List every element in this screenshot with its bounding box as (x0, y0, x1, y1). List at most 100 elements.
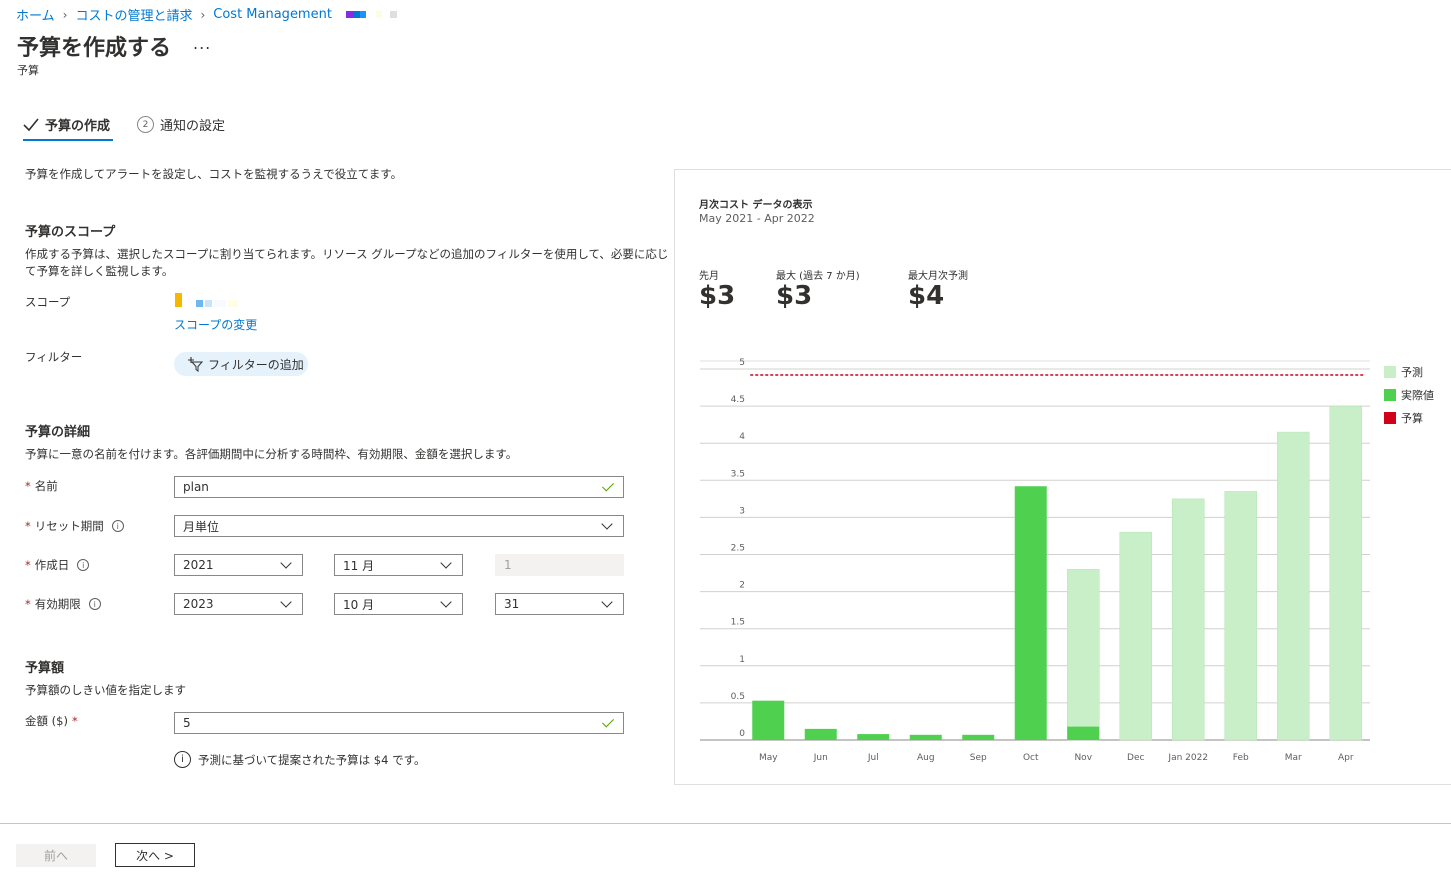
forecast-bar (1172, 498, 1205, 741)
filter-label: フィルター (25, 350, 83, 364)
kpi-max-forecast-value: $4 (908, 281, 945, 311)
y-tick-label: 0.5 (731, 692, 745, 702)
tab-set-alerts[interactable]: 2 通知の設定 (137, 115, 225, 134)
tab-alerts-label: 通知の設定 (160, 119, 226, 134)
creation-year-select[interactable]: 2021 (174, 554, 303, 576)
amount-label: 金額 ($) * (25, 714, 78, 728)
chart-panel-title: 月次コスト データの表示 (699, 200, 813, 211)
actual-bar (962, 734, 995, 740)
legend-forecast: 予測 (1384, 364, 1423, 380)
kpi-max-past-value: $3 (776, 281, 813, 311)
actual-bar (909, 734, 942, 740)
breadcrumb-home[interactable]: ホーム (16, 5, 55, 24)
x-tick-label: Feb (1233, 753, 1249, 763)
chevron-down-icon (280, 596, 292, 608)
expiry-year-select[interactable]: 2023 (174, 593, 303, 615)
actual-bar (857, 734, 890, 740)
redacted-scope-name[interactable] (345, 11, 397, 18)
details-description: 予算に一意の名前を付けます。各評価期間中に分析する時間枠、有効期限、金額を選択し… (25, 447, 518, 461)
breadcrumb: ホーム › コストの管理と請求 › Cost Management (16, 5, 397, 24)
monthly-cost-chart: 0 0.5 1 1.5 2 2.5 3 3.5 4 4.5 5 May Jun Jul Aug Sep Oct N… (700, 358, 1370, 763)
required-asterisk: * (25, 479, 31, 493)
chevron-right-icon: › (200, 7, 206, 22)
kpi-max-past-label: 最大 (過去 7 か月) (776, 271, 860, 282)
creation-date-label: * 作成日 i (25, 557, 90, 573)
x-tick-label: May (759, 753, 778, 763)
forecast-bar (1224, 491, 1257, 741)
x-tick-label: Jun (813, 753, 828, 763)
creation-day-field: 1 (495, 554, 624, 576)
creation-month-select[interactable]: 11 月 (334, 554, 463, 576)
expiry-month-select[interactable]: 10 月 (334, 593, 463, 615)
y-tick-label: 4.5 (731, 395, 745, 405)
forecast-bar (1329, 405, 1362, 741)
x-tick-label: Sep (970, 753, 987, 763)
scope-description-2: て予算を詳しく監視します。 (25, 264, 174, 278)
expiry-date-label: * 有効期限 i (25, 596, 101, 612)
checkmark-icon (23, 117, 39, 131)
y-tick-label: 5 (739, 358, 745, 368)
breadcrumb-cost-management[interactable]: Cost Management (213, 7, 332, 22)
reset-period-select[interactable]: 月単位 (174, 515, 624, 537)
step-number-icon: 2 (137, 116, 154, 133)
info-icon[interactable]: i (88, 598, 101, 610)
kpi-last-month-value: $3 (699, 281, 736, 311)
add-filter-label: フィルターの追加 (208, 357, 304, 372)
actual-bar (1067, 726, 1100, 740)
amount-input[interactable]: 5 (174, 712, 624, 734)
chevron-down-icon (601, 518, 613, 530)
y-tick-label: 3.5 (731, 469, 745, 479)
x-tick-label: Mar (1285, 753, 1302, 763)
y-tick-label: 3 (739, 506, 745, 516)
footer-divider (0, 823, 1451, 824)
legend-forecast-swatch (1384, 366, 1396, 378)
chevron-down-icon (280, 557, 292, 569)
x-tick-label: Nov (1074, 753, 1092, 763)
redacted-scope-value (175, 293, 238, 307)
x-tick-label: Jul (867, 753, 879, 763)
chevron-down-icon (440, 557, 452, 569)
tab-create-label: 予算の作成 (45, 119, 111, 134)
tab-create-budget[interactable]: 予算の作成 (23, 115, 110, 134)
actual-bar (752, 700, 785, 740)
info-icon[interactable]: i (77, 559, 90, 571)
kpi-last-month-label: 先月 (699, 271, 719, 282)
details-heading: 予算の詳細 (25, 425, 91, 440)
active-tab-indicator (23, 139, 113, 141)
forecast-bar (1067, 569, 1100, 741)
y-tick-label: 1.5 (731, 618, 745, 628)
suggested-budget-note: i 予測に基づいて提案された予算は $4 です。 (174, 751, 425, 768)
chevron-down-icon (440, 596, 452, 608)
y-tick-label: 2 (739, 581, 745, 591)
y-tick-label: 4 (739, 432, 745, 442)
info-icon[interactable]: i (111, 520, 124, 532)
page-title: 予算を作成する (17, 36, 172, 61)
chevron-down-icon (601, 596, 613, 608)
name-input[interactable]: plan (174, 476, 624, 498)
reset-period-label: * リセット期間 i (25, 518, 124, 534)
y-tick-label: 2.5 (731, 544, 745, 554)
kpi-max-forecast-label: 最大月次予測 (908, 271, 968, 282)
x-tick-label: Apr (1338, 753, 1354, 763)
chart-date-range: May 2021 - Apr 2022 (699, 212, 815, 225)
amount-description: 予算額のしきい値を指定します (25, 683, 186, 697)
scope-heading: 予算のスコープ (25, 225, 116, 240)
forecast-bar (1119, 531, 1152, 741)
legend-actual: 実際値 (1384, 387, 1434, 403)
y-tick-label: 1 (739, 655, 745, 665)
legend-budget: 予算 (1384, 410, 1423, 426)
breadcrumb-billing[interactable]: コストの管理と請求 (75, 5, 192, 24)
change-scope-link[interactable]: スコープの変更 (174, 316, 257, 333)
amount-heading: 予算額 (25, 661, 65, 676)
y-tick-label: 0 (739, 729, 745, 739)
scope-label: スコープ (25, 295, 71, 309)
more-options-button[interactable]: ... (193, 34, 211, 53)
expiry-day-select[interactable]: 31 (495, 593, 624, 615)
x-tick-label: Aug (917, 753, 935, 763)
previous-button[interactable]: 前へ (16, 844, 96, 867)
next-button[interactable]: 次へ > (115, 843, 195, 867)
intro-text: 予算を作成してアラートを設定し、コストを監視するうえで役立てます。 (25, 167, 403, 181)
add-filter-button[interactable]: フィルターの追加 (174, 352, 308, 376)
page-subtitle: 予算 (17, 64, 39, 77)
x-tick-label: Oct (1023, 753, 1039, 763)
